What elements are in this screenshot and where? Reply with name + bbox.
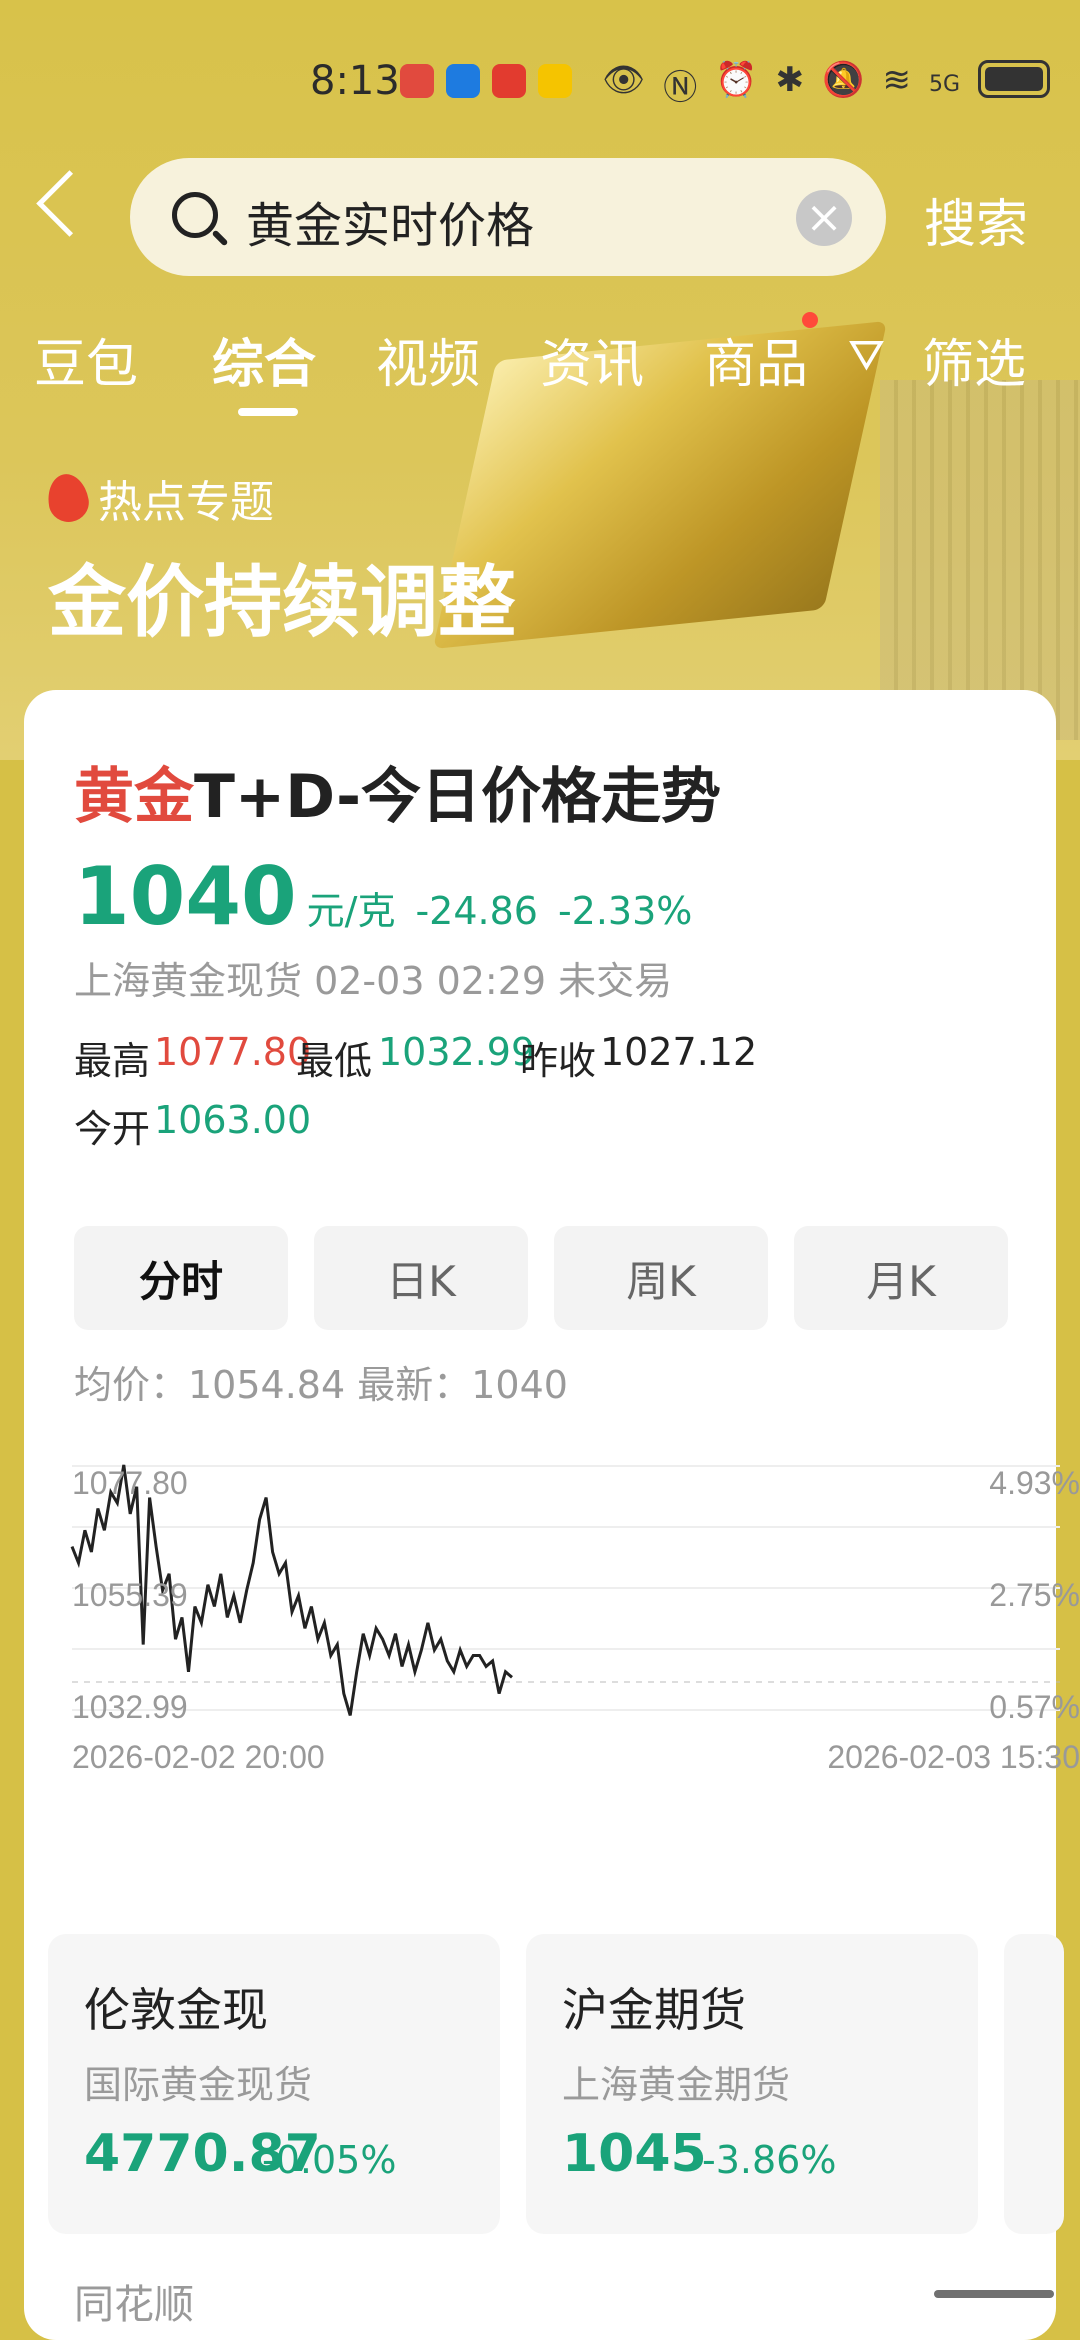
system-icons: 👁 Ⓝ ⏰ ✱ 🔕 ≋ 5G <box>602 60 1050 109</box>
market-card-next[interactable] <box>1004 1934 1064 2234</box>
intraday-chart[interactable]: 1077.80 1055.39 1032.99 4.93% 2.75% 0.57% 2026… <box>48 1450 1080 1810</box>
market-value: 1045 <box>562 2124 707 2184</box>
browser-app-icon <box>446 64 480 98</box>
market-pct: -3.86% <box>702 2138 837 2182</box>
tab-intraday[interactable]: 分时 <box>74 1226 288 1330</box>
open-label: 今开 <box>74 1107 151 1151</box>
y-tick-pct-label: 4.93% <box>989 1465 1080 1501</box>
toutiao-app-icon <box>492 64 526 98</box>
search-icon <box>172 192 218 238</box>
filter-icon[interactable]: ⛛ <box>848 330 885 381</box>
tab-weekly-k[interactable]: 周K <box>554 1226 768 1330</box>
price-change: -24.86 <box>415 889 538 933</box>
meituan-app-icon <box>538 64 572 98</box>
book-app-icon <box>400 64 434 98</box>
y-tick-label: 1055.39 <box>72 1577 188 1613</box>
chart-period-tabs: 分时 日K 周K 月K <box>74 1226 1034 1330</box>
prev-close-label: 昨收 <box>520 1039 597 1083</box>
card-title[interactable]: 黄金T+D-今日价格走势 <box>74 748 721 835</box>
notification-icons <box>400 64 572 98</box>
active-tab-indicator <box>238 408 298 416</box>
search-bar[interactable]: 黄金实时价格 × <box>130 158 886 276</box>
x-tick-label: 2026-02-02 20:00 <box>72 1739 325 1775</box>
signal-icon: 5G <box>928 72 960 97</box>
eye-icon: 👁 <box>602 60 646 100</box>
market-name: 沪金期货 <box>562 1983 746 2037</box>
y-tick-label: 1077.80 <box>72 1465 188 1501</box>
battery-icon <box>978 60 1050 98</box>
y-tick-pct-label: 2.75% <box>989 1577 1080 1613</box>
market-desc: 上海黄金期货 <box>562 2063 791 2107</box>
market-card-london[interactable]: 伦敦金现 国际黄金现货 4770.87 -0.05% <box>48 1934 500 2234</box>
building-image <box>880 380 1080 740</box>
low-label: 最低 <box>296 1039 373 1083</box>
hot-topic-label: 热点专题 <box>98 477 274 528</box>
category-tabs: 豆包 综合 视频 资讯 商品 筛选 <box>0 322 1080 402</box>
current-price: 1040 <box>74 850 297 943</box>
low-value: 1032.99 <box>378 1030 536 1074</box>
data-source: 同花顺 <box>74 2282 194 2328</box>
x-tick-label: 2026-02-03 15:30 <box>827 1739 1080 1775</box>
price-change-pct: -2.33% <box>557 889 693 933</box>
status-time: 8:13 <box>310 58 400 104</box>
search-input[interactable]: 黄金实时价格 <box>246 186 534 256</box>
tab-daily-k[interactable]: 日K <box>314 1226 528 1330</box>
flame-icon <box>44 470 92 526</box>
tab-products[interactable]: 商品 <box>704 322 808 397</box>
bluetooth-icon: ✱ <box>775 60 805 100</box>
nfc-icon: Ⓝ <box>663 68 698 108</box>
market-pct: -0.05% <box>262 2138 397 2182</box>
home-indicator <box>934 2290 1054 2298</box>
market-card-shfe[interactable]: 沪金期货 上海黄金期货 1045 -3.86% <box>526 1934 978 2234</box>
y-tick-pct-label: 0.57% <box>989 1689 1080 1725</box>
prev-close-value: 1027.12 <box>600 1030 758 1074</box>
high-label: 最高 <box>74 1039 151 1083</box>
avg-price-line: 均价：1054.84 最新：1040 <box>74 1363 568 1407</box>
mute-icon: 🔕 <box>822 60 865 100</box>
alarm-icon: ⏰ <box>715 60 758 100</box>
gold-price-card: 黄金T+D-今日价格走势 1040 元/克 -24.86 -2.33% 上海黄金… <box>24 690 1080 2340</box>
hot-topic: 热点专题 <box>44 466 274 530</box>
title-rest: T+D-今日价格走势 <box>194 762 722 832</box>
market-status: 上海黄金现货 02-03 02:29 未交易 <box>74 959 673 1003</box>
wifi-icon: ≋ <box>882 60 911 100</box>
tab-news[interactable]: 资讯 <box>540 322 644 397</box>
price-unit: 元/克 <box>306 889 396 933</box>
new-badge <box>802 312 818 328</box>
price-row: 1040 元/克 -24.86 -2.33% <box>74 850 692 943</box>
status-bar: 8:13 👁 Ⓝ ⏰ ✱ 🔕 ≋ 5G <box>0 40 1080 120</box>
high-value: 1077.80 <box>154 1030 312 1074</box>
market-name: 伦敦金现 <box>84 1983 268 2037</box>
open-value: 1063.00 <box>154 1098 312 1142</box>
tab-filter[interactable]: 筛选 <box>922 322 1026 397</box>
y-tick-label: 1032.99 <box>72 1689 188 1725</box>
tab-doubao[interactable]: 豆包 <box>34 322 138 397</box>
tab-monthly-k[interactable]: 月K <box>794 1226 1008 1330</box>
clear-icon[interactable]: × <box>796 190 852 246</box>
market-desc: 国际黄金现货 <box>84 2063 313 2107</box>
title-highlight: 黄金 <box>74 762 194 832</box>
tab-comprehensive[interactable]: 综合 <box>212 322 316 397</box>
topic-headline[interactable]: 金价持续调整 <box>48 540 516 652</box>
search-button[interactable]: 搜索 <box>924 182 1028 257</box>
tab-video[interactable]: 视频 <box>376 322 480 397</box>
